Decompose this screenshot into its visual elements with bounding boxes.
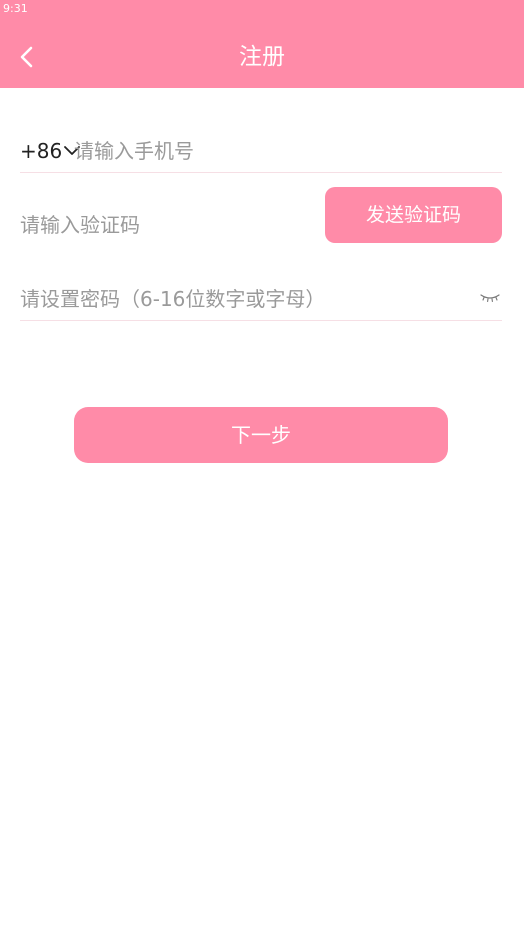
password-row xyxy=(20,278,502,321)
password-visibility-toggle[interactable] xyxy=(480,290,500,304)
country-code-selector[interactable]: +86 xyxy=(20,138,81,164)
send-code-button[interactable]: 发送验证码 xyxy=(325,187,502,243)
phone-input[interactable] xyxy=(74,138,494,164)
status-time: 9:31 xyxy=(3,2,28,15)
phone-row: +86 xyxy=(20,130,502,173)
page-title: 注册 xyxy=(239,44,285,70)
next-step-button[interactable]: 下一步 xyxy=(74,407,448,463)
country-code-label: +86 xyxy=(20,139,63,163)
password-input[interactable] xyxy=(20,286,460,312)
verification-code-input[interactable] xyxy=(20,212,310,238)
eye-closed-icon xyxy=(480,294,500,303)
header: 9:31 注册 xyxy=(0,0,524,88)
verification-row: 发送验证码 xyxy=(20,186,502,262)
